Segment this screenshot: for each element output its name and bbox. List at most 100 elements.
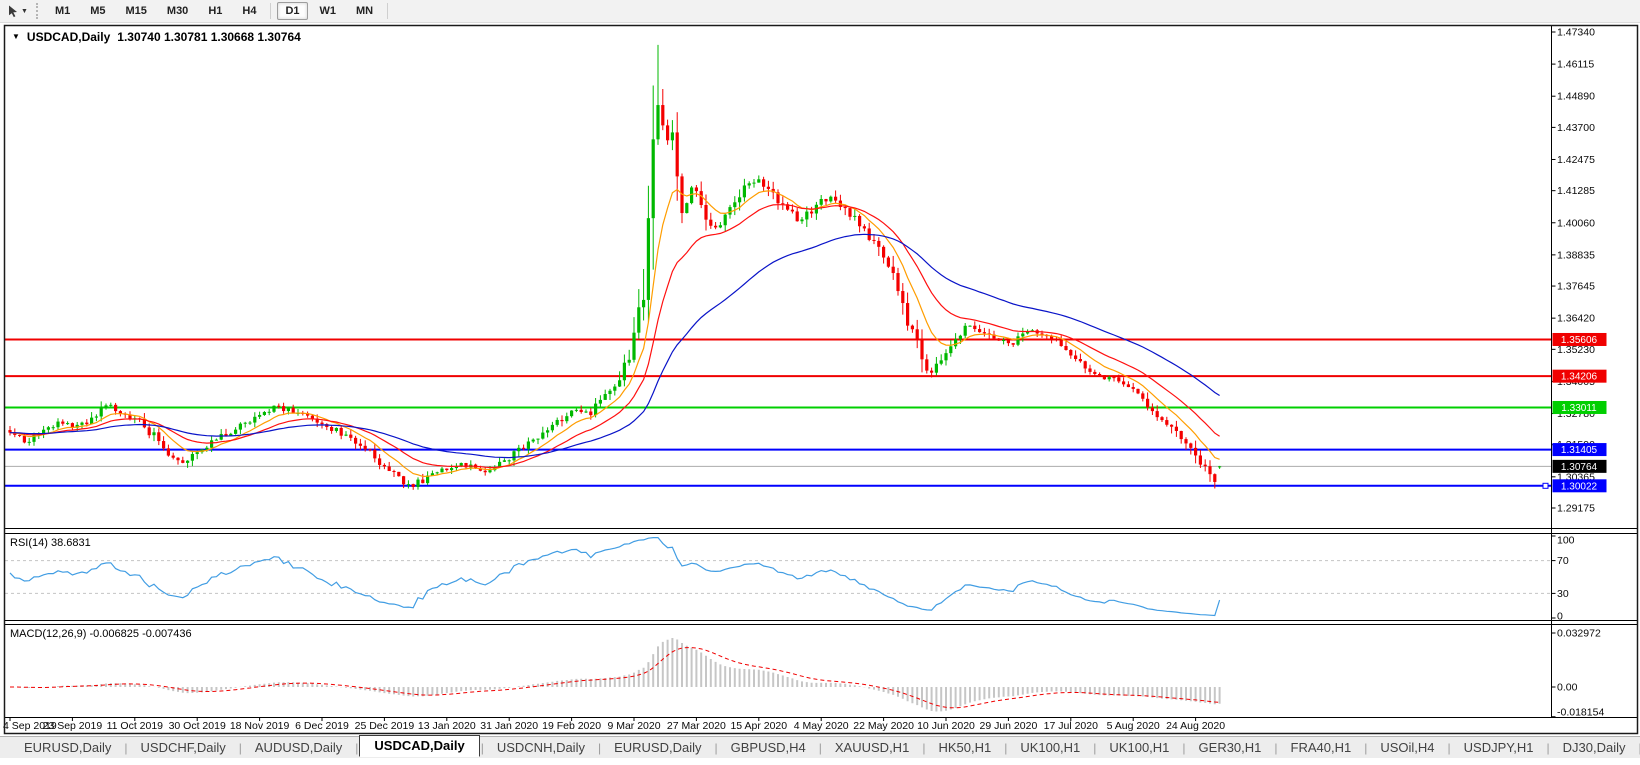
tab-eurusd-daily[interactable]: EURUSD,Daily: [602, 739, 713, 756]
candle-body: [723, 214, 727, 226]
tab-usdcad-daily[interactable]: USDCAD,Daily: [359, 735, 480, 757]
candle-body: [1021, 333, 1025, 337]
candle-body: [541, 432, 545, 439]
candle-body: [392, 471, 396, 473]
candle-body: [901, 291, 905, 304]
date-label: 10 Jun 2020: [917, 720, 975, 732]
candle-body: [248, 422, 252, 424]
tab-xauusd-h1[interactable]: XAUUSD,H1: [823, 739, 921, 756]
tab-ger30-h1[interactable]: GER30,H1: [1187, 739, 1274, 756]
candle-body: [858, 215, 862, 227]
timeframe-w1[interactable]: W1: [312, 2, 345, 20]
candle-body: [440, 468, 444, 473]
tab-gbpusd-h4[interactable]: GBPUSD,H4: [719, 739, 818, 756]
candle-body: [963, 325, 967, 336]
candle-body: [565, 416, 569, 422]
rsi-tick-label: 0: [1557, 611, 1563, 623]
candle-body: [886, 257, 890, 267]
tab-hk50-h1[interactable]: HK50,H1: [926, 739, 1003, 756]
candle-body: [181, 460, 185, 463]
candle-body: [234, 429, 238, 434]
candle-body: [445, 468, 449, 471]
candle-body: [550, 424, 554, 431]
tab-eurusd-daily[interactable]: EURUSD,Daily: [12, 739, 123, 756]
candle-body: [795, 211, 799, 222]
timeframe-h1[interactable]: H1: [200, 2, 230, 20]
candle-body: [334, 427, 338, 431]
tab-divider: |: [1182, 740, 1186, 755]
candle-body: [949, 346, 953, 354]
candle-body: [243, 422, 247, 424]
toolbar-separator: [387, 3, 389, 19]
toolbar-grip[interactable]: [35, 3, 38, 19]
candle-body: [594, 403, 598, 416]
candle-body: [186, 460, 190, 463]
tab-usdjpy-h1[interactable]: USDJPY,H1: [1452, 739, 1546, 756]
date-label: 18 Nov 2019: [230, 720, 290, 732]
candle-body: [618, 380, 622, 387]
candle-body: [848, 208, 852, 217]
chart-canvas[interactable]: 1.47340 1.46115 1.44890 1.43700 1.42475 1.412…: [0, 0, 1640, 765]
candle-body: [406, 484, 410, 486]
candle-body: [699, 191, 703, 206]
timeframe-m30[interactable]: M30: [159, 2, 196, 20]
candle-body: [267, 411, 271, 413]
collapse-triangle-icon[interactable]: ▼: [12, 33, 20, 41]
line-handle[interactable]: [1542, 482, 1549, 489]
date-label: 5 Aug 2020: [1107, 720, 1160, 732]
candle-body: [810, 211, 814, 214]
timeframe-m5[interactable]: M5: [82, 2, 113, 20]
candle-body: [978, 329, 982, 333]
candle-body: [171, 455, 175, 458]
candle-body: [622, 362, 626, 381]
candle-body: [613, 386, 617, 391]
date-label: 19 Feb 2020: [542, 720, 601, 732]
tab-usoil-h4[interactable]: USOil,H4: [1368, 739, 1446, 756]
candle-body: [282, 406, 286, 412]
timeframe-mn[interactable]: MN: [348, 2, 381, 20]
candle-body: [536, 438, 540, 440]
tab-divider: |: [1447, 740, 1451, 755]
timeframe-d1[interactable]: D1: [277, 2, 308, 20]
chevron-down-icon[interactable]: ▼: [21, 8, 28, 15]
tab-usdcnh-daily[interactable]: USDCNH,Daily: [485, 739, 597, 756]
candle-body: [1122, 381, 1126, 385]
candle-body: [94, 416, 98, 418]
tab-usdchf-daily[interactable]: USDCHF,Daily: [129, 739, 238, 756]
tab-uk100-h1[interactable]: UK100,H1: [1008, 739, 1092, 756]
candle-body: [61, 421, 65, 424]
candle-body: [517, 447, 521, 452]
candle-body: [800, 219, 804, 222]
tab-audusd-daily[interactable]: AUDUSD,Daily: [243, 739, 354, 756]
candle-body: [891, 266, 895, 274]
candle-body: [1141, 393, 1145, 399]
candle-body: [1054, 339, 1058, 341]
candle-body: [1165, 420, 1169, 425]
candle-body: [608, 390, 612, 395]
candle-body: [570, 410, 574, 417]
candle-body: [930, 370, 934, 373]
tab-uk100-h1[interactable]: UK100,H1: [1097, 739, 1181, 756]
candle-body: [238, 423, 242, 430]
candle-body: [656, 105, 660, 140]
candle-body: [1146, 398, 1150, 408]
candle-body: [589, 411, 593, 416]
tab-fra40-h1[interactable]: FRA40,H1: [1279, 739, 1364, 756]
candle-body: [51, 427, 55, 429]
candle-body: [358, 443, 362, 446]
candle-body: [531, 439, 535, 442]
candle-body: [1102, 375, 1106, 380]
top-toolbar: ▼ M1 M5 M15 M30 H1 H4 D1 W1 MN: [0, 0, 1640, 23]
timeframe-h4[interactable]: H4: [234, 2, 264, 20]
candle-body: [853, 215, 857, 217]
timeframe-m1[interactable]: M1: [47, 2, 78, 20]
cursor-tool-icon[interactable]: [5, 4, 20, 19]
candle-body: [291, 407, 295, 414]
candle-body: [1078, 359, 1082, 362]
candle-body: [85, 422, 89, 425]
candle-body: [56, 421, 60, 428]
candle-body: [450, 468, 454, 471]
tab-dj30-daily[interactable]: DJ30,Daily: [1551, 739, 1638, 756]
candle-body: [1126, 384, 1130, 388]
timeframe-m15[interactable]: M15: [118, 2, 155, 20]
